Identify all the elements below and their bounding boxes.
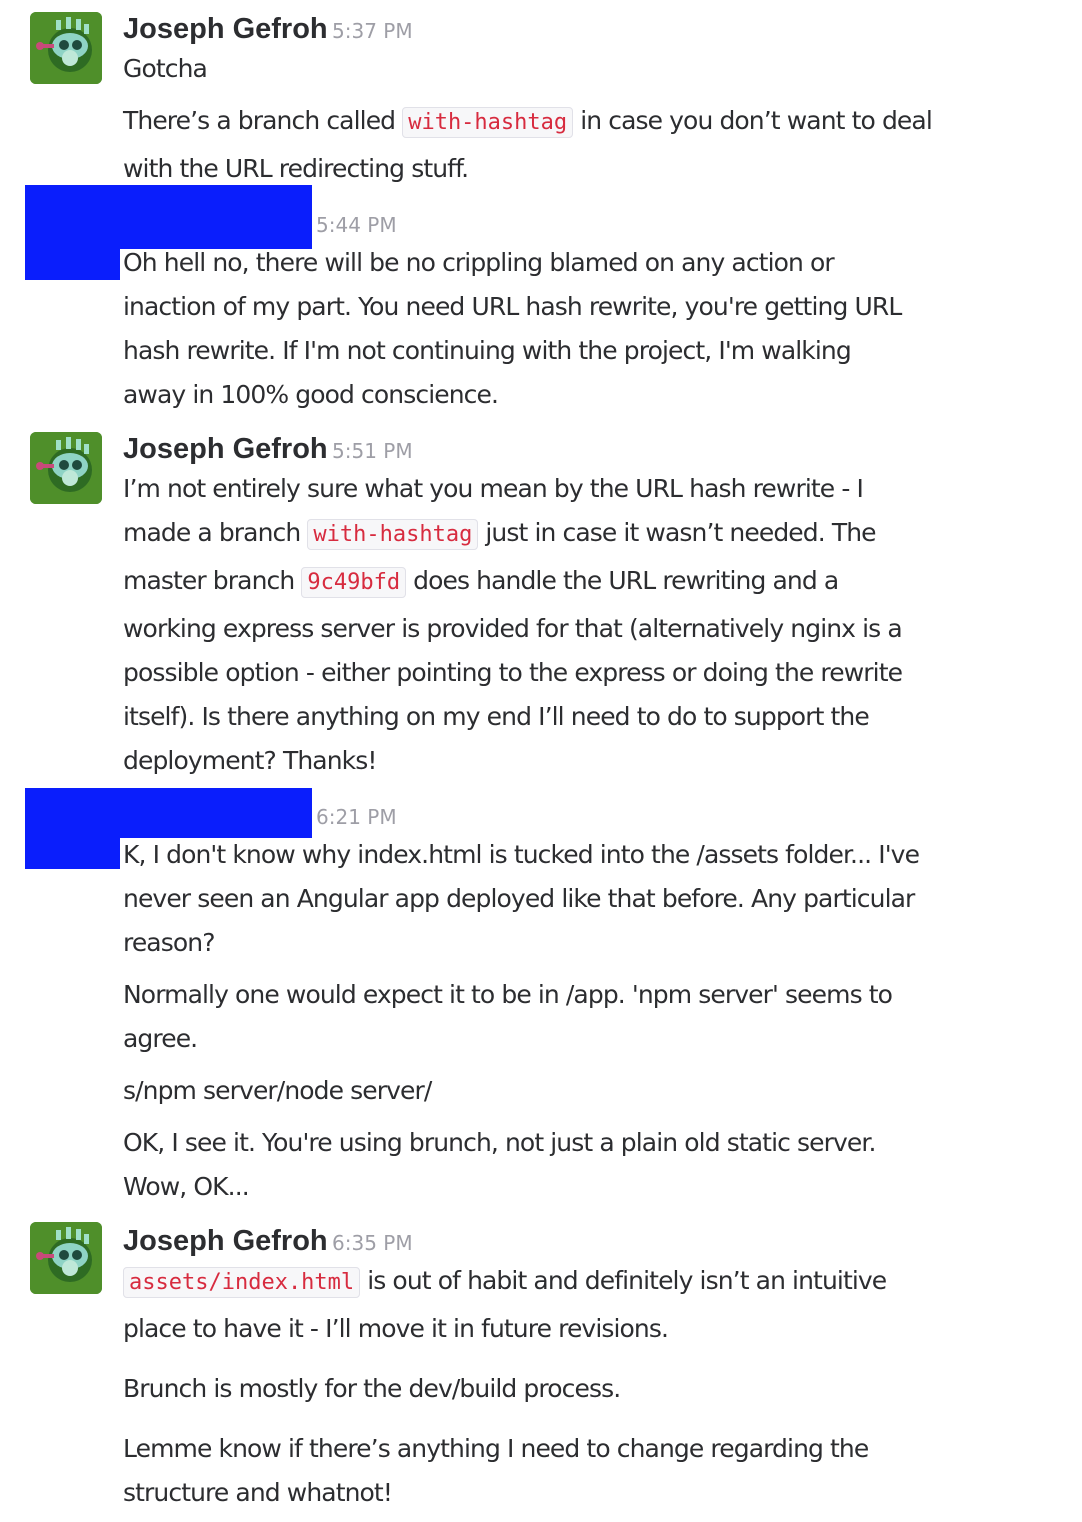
message-line: Normally one would expect it to be in /a… bbox=[123, 980, 893, 1009]
message-line: deployment? Thanks! bbox=[123, 746, 377, 775]
message-line: assets/index.html is out of habit and de… bbox=[123, 1264, 887, 1300]
author-name[interactable]: Joseph Gefroh bbox=[123, 1223, 328, 1259]
timestamp[interactable]: 6:21 PM bbox=[316, 802, 397, 832]
message-text: There’s a branch called bbox=[123, 106, 403, 135]
message-line: made a branch with-hashtag just in case … bbox=[123, 516, 877, 552]
message-line: working express server is provided for t… bbox=[123, 614, 903, 643]
redacted-avatar-block bbox=[25, 249, 120, 280]
message-line: Lemme know if there’s anything I need to… bbox=[123, 1434, 869, 1463]
avatar-image bbox=[30, 432, 102, 504]
avatar[interactable] bbox=[30, 12, 102, 84]
avatar[interactable] bbox=[30, 432, 102, 504]
timestamp[interactable]: 5:51 PM bbox=[332, 436, 413, 466]
inline-code: 9c49bfd bbox=[301, 567, 407, 598]
author-name[interactable]: Joseph Gefroh bbox=[123, 431, 328, 467]
message-text: in case you don’t want to deal bbox=[573, 106, 933, 135]
message-line: Wow, OK... bbox=[123, 1172, 250, 1201]
message-text: is out of habit and definitely isn’t an … bbox=[360, 1266, 887, 1295]
timestamp[interactable]: 5:44 PM bbox=[316, 210, 397, 240]
message-text: made a branch bbox=[123, 518, 308, 547]
message-line: I’m not entirely sure what you mean by t… bbox=[123, 474, 864, 503]
message-line: Brunch is mostly for the dev/build proce… bbox=[123, 1374, 621, 1403]
message-line: s/npm server/node server/ bbox=[123, 1076, 432, 1105]
message-line: reason? bbox=[123, 928, 215, 957]
avatar-image bbox=[30, 12, 102, 84]
message-line: agree. bbox=[123, 1024, 198, 1053]
message-line: Gotcha bbox=[123, 54, 208, 83]
message-text: just in case it wasn’t needed. The bbox=[478, 518, 876, 547]
inline-code: assets/index.html bbox=[123, 1267, 361, 1298]
redacted-author-block bbox=[25, 788, 312, 838]
message-line: K, I don't know why index.html is tucked… bbox=[123, 840, 920, 869]
avatar[interactable] bbox=[30, 1222, 102, 1294]
message-line: inaction of my part. You need URL hash r… bbox=[123, 292, 902, 321]
message-text: does handle the URL rewriting and a bbox=[406, 566, 839, 595]
inline-code: with-hashtag bbox=[402, 107, 574, 138]
message-line: There’s a branch called with-hashtag in … bbox=[123, 104, 933, 140]
message-text: master branch bbox=[123, 566, 302, 595]
message-line: never seen an Angular app deployed like … bbox=[123, 884, 915, 913]
inline-code: with-hashtag bbox=[307, 519, 479, 550]
author-name[interactable]: Joseph Gefroh bbox=[123, 11, 328, 47]
timestamp[interactable]: 6:35 PM bbox=[332, 1228, 413, 1258]
message-line: away in 100% good conscience. bbox=[123, 380, 499, 409]
message-line: itself). Is there anything on my end I’l… bbox=[123, 702, 870, 731]
timestamp[interactable]: 5:37 PM bbox=[332, 16, 413, 46]
message-line: Oh hell no, there will be no crippling b… bbox=[123, 248, 835, 277]
message-line: place to have it - I’ll move it in futur… bbox=[123, 1314, 669, 1343]
avatar-image bbox=[30, 1222, 102, 1294]
message-line: hash rewrite. If I'm not continuing with… bbox=[123, 336, 852, 365]
message-line: possible option - either pointing to the… bbox=[123, 658, 903, 687]
message-line: master branch 9c49bfd does handle the UR… bbox=[123, 564, 839, 600]
message-line: structure and whatnot! bbox=[123, 1478, 393, 1507]
redacted-author-block bbox=[25, 185, 312, 249]
message-line: with the URL redirecting stuff. bbox=[123, 154, 469, 183]
redacted-avatar-block bbox=[25, 838, 120, 869]
message-line: OK, I see it. You're using brunch, not j… bbox=[123, 1128, 876, 1157]
